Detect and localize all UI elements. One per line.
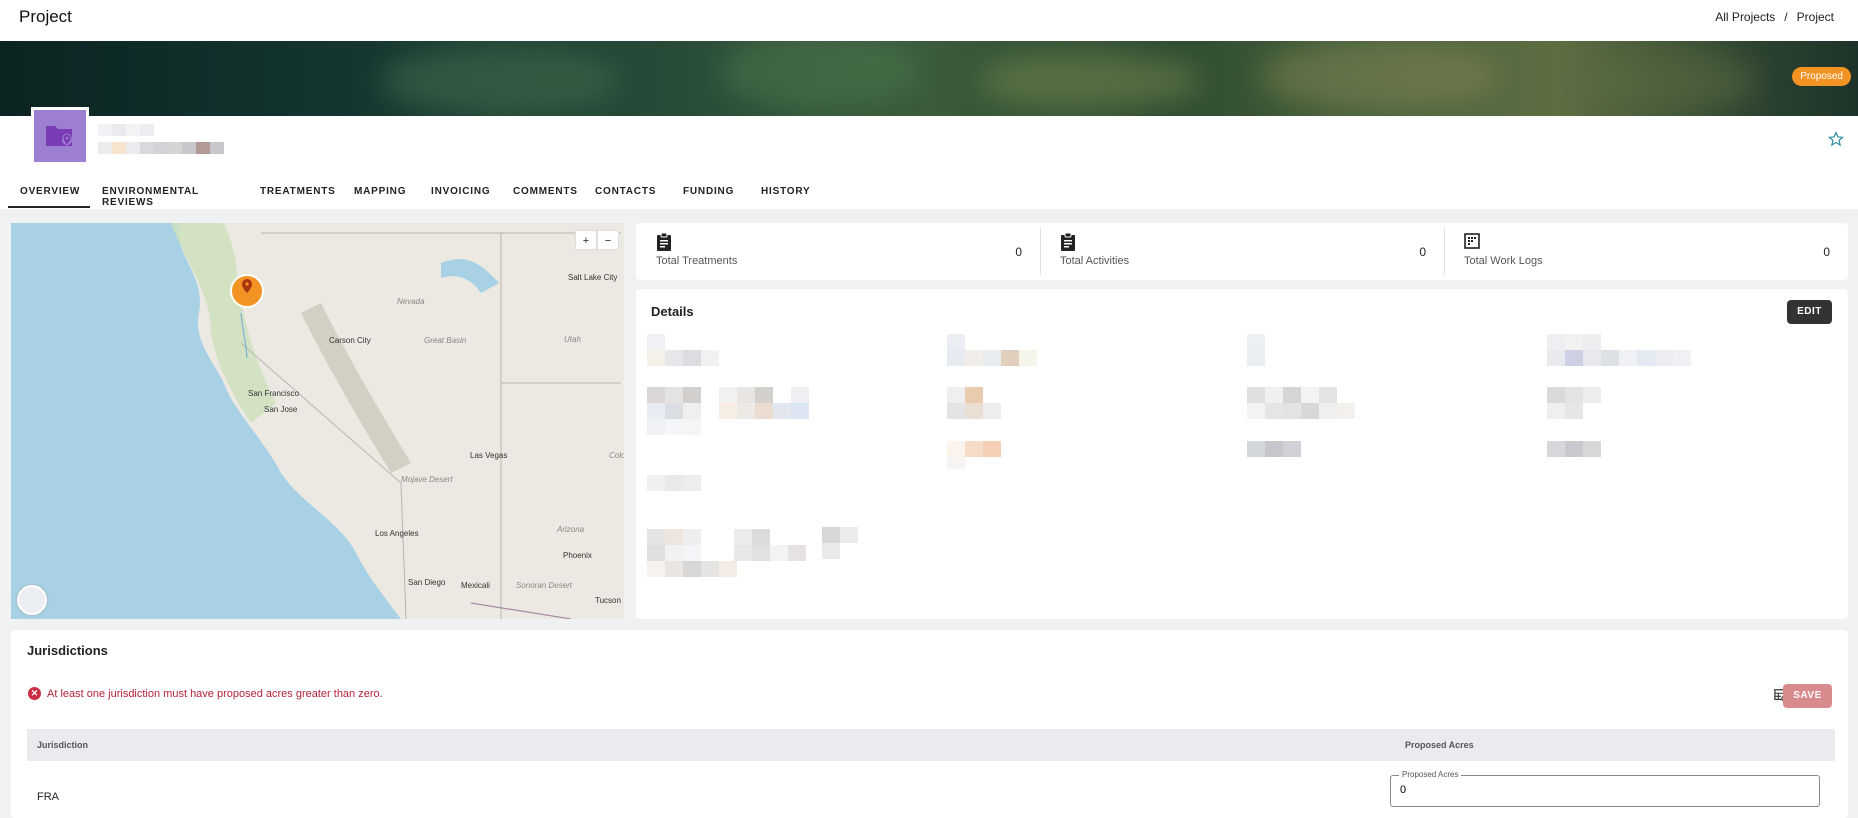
map-label: San Jose: [264, 405, 298, 414]
map-label: Los Angeles: [375, 529, 419, 538]
clipboard-icon: [657, 233, 671, 251]
proposed-acres-field[interactable]: Proposed Acres: [1390, 770, 1820, 807]
tab-overview[interactable]: Overview: [8, 182, 90, 208]
jurisdiction-error: ✕ At least one jurisdiction must have pr…: [28, 687, 383, 700]
stat-value: 0: [1015, 245, 1022, 259]
map-label: Utah: [564, 335, 581, 344]
error-message: At least one jurisdiction must have prop…: [47, 687, 383, 700]
map-label: Phoenix: [563, 551, 592, 560]
stat-value: 0: [1419, 245, 1426, 259]
tab-bar: Overview Environmental Reviews Treatment…: [8, 182, 829, 208]
tab-contacts[interactable]: Contacts: [583, 182, 671, 208]
tab-invoicing[interactable]: Invoicing: [419, 182, 501, 208]
breadcrumb: All Projects / Project: [1715, 10, 1834, 24]
map-zoom-out[interactable]: −: [597, 230, 619, 250]
jurisdictions-title: Jurisdictions: [27, 643, 108, 658]
stat-label: Total Activities: [1060, 255, 1130, 267]
map-layer-toggle[interactable]: [17, 585, 47, 615]
map-label: Nevada: [397, 297, 425, 306]
save-button[interactable]: SAVE: [1783, 684, 1832, 708]
breadcrumb-all-projects[interactable]: All Projects: [1715, 10, 1775, 24]
stat-value: 0: [1823, 245, 1830, 259]
map-label: Tucson: [595, 596, 621, 605]
top-bar: Project All Projects / Project: [0, 0, 1858, 41]
page-title: Project: [19, 7, 72, 26]
project-map[interactable]: + − Salt Lake City Nevada Carson City Gr…: [11, 223, 624, 619]
stat-total-work-logs: Total Work Logs 0: [1444, 223, 1848, 279]
map-label: Carson City: [329, 336, 371, 345]
column-header-jurisdiction: Jurisdiction: [37, 740, 89, 750]
map-label: Colo Pla: [609, 451, 624, 460]
tab-treatments[interactable]: Treatments: [248, 182, 342, 208]
tab-funding[interactable]: Funding: [671, 182, 749, 208]
map-label: San Diego: [408, 578, 446, 587]
column-header-proposed-acres: Proposed Acres: [1405, 740, 1474, 750]
status-badge: Proposed: [1792, 67, 1851, 86]
stat-total-activities: Total Activities 0: [1040, 223, 1444, 279]
tab-environmental-reviews[interactable]: Environmental Reviews: [90, 182, 248, 208]
map-zoom-in[interactable]: +: [575, 230, 597, 250]
folder-location-icon: [46, 126, 72, 146]
breadcrumb-separator: /: [1784, 10, 1788, 24]
clipboard-icon: [1061, 233, 1075, 251]
project-avatar: [31, 107, 89, 165]
tab-history[interactable]: History: [749, 182, 829, 208]
stat-label: Total Treatments: [656, 255, 738, 267]
breadcrumb-current: Project: [1796, 10, 1834, 24]
map-label: Great Basin: [424, 336, 467, 345]
tab-comments[interactable]: Comments: [501, 182, 583, 208]
map-label: San Francisco: [248, 389, 300, 398]
jurisdiction-cell: FRA: [37, 791, 59, 803]
grid-icon: [1464, 233, 1480, 249]
redacted-details: [647, 334, 1691, 577]
jurisdictions-card: Jurisdictions ✕ At least one jurisdictio…: [11, 630, 1848, 818]
proposed-acres-input[interactable]: [1400, 784, 1800, 796]
favorite-star-icon[interactable]: [1828, 131, 1844, 147]
map-terrain: [11, 223, 624, 619]
map-label: Las Vegas: [470, 451, 508, 460]
map-label: Salt Lake City: [568, 273, 618, 282]
project-banner: [0, 41, 1858, 116]
proposed-acres-label: Proposed Acres: [1399, 770, 1462, 779]
stat-total-treatments: Total Treatments 0: [636, 223, 1040, 279]
map-label: Mojave Desert: [401, 475, 453, 484]
table-header: Jurisdiction Proposed Acres: [27, 729, 1835, 761]
map-label: Sonoran Desert: [516, 581, 573, 590]
map-label: Arizona: [557, 525, 585, 534]
tab-mapping[interactable]: Mapping: [342, 182, 419, 208]
error-icon: ✕: [28, 687, 41, 700]
map-label: Mexicali: [461, 581, 490, 590]
stat-label: Total Work Logs: [1464, 255, 1543, 267]
details-card: Details EDIT: [636, 289, 1848, 619]
stats-card: Total Treatments 0 Total Activities 0 To…: [636, 223, 1848, 280]
